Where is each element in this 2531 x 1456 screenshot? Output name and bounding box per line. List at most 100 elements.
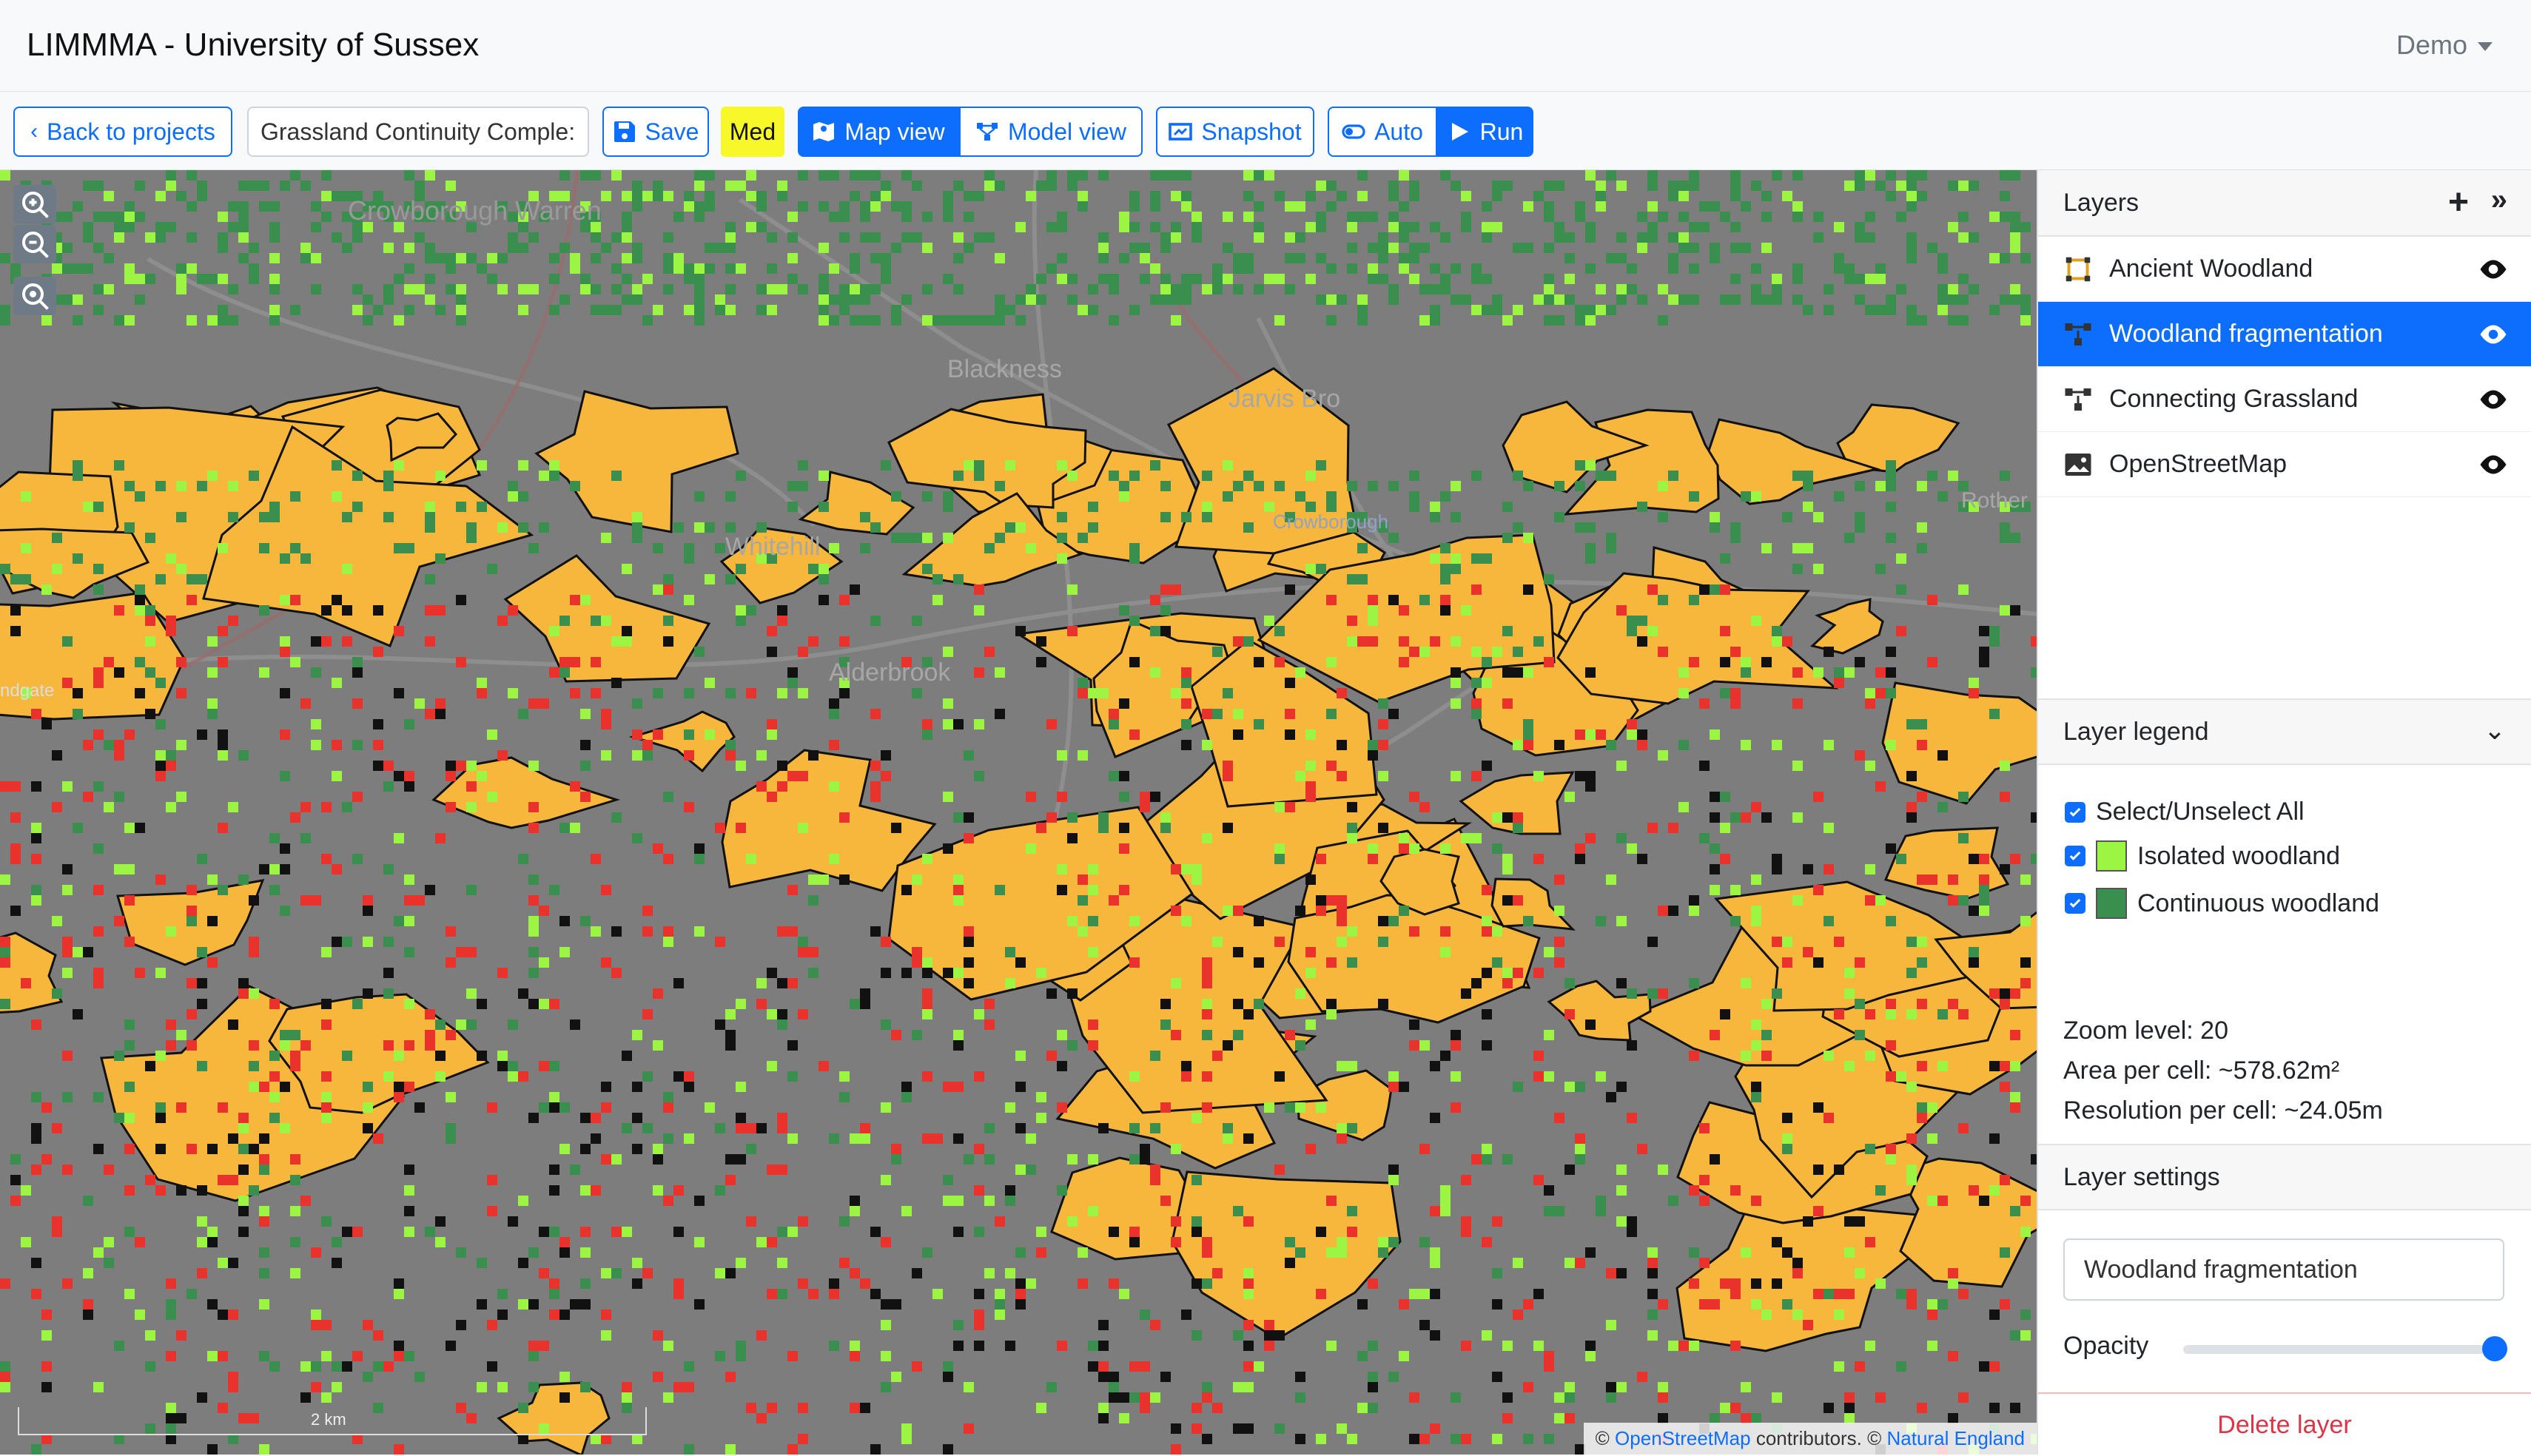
- raster-cell: [228, 1310, 238, 1320]
- opacity-slider[interactable]: [2183, 1345, 2503, 1354]
- back-to-projects-button[interactable]: ‹ Back to projects: [13, 107, 232, 157]
- add-layer-icon[interactable]: +: [2448, 182, 2469, 223]
- eye-icon[interactable]: [2478, 385, 2509, 414]
- zoom-in-button[interactable]: [13, 185, 56, 223]
- raster-cell: [93, 1144, 104, 1154]
- raster-cell: [1616, 1382, 1627, 1392]
- raster-cell: [1088, 1019, 1098, 1030]
- raster-cell: [528, 284, 539, 294]
- raster-cell: [1668, 294, 1678, 305]
- collapse-sidebar-icon[interactable]: »: [2491, 183, 2507, 217]
- raster-cell: [580, 1227, 591, 1237]
- raster-cell: [1720, 1278, 1730, 1289]
- raster-cell: [819, 471, 829, 481]
- delete-layer-button[interactable]: Delete layer: [2038, 1392, 2531, 1456]
- zoom-out-button[interactable]: [13, 225, 56, 263]
- osm-link[interactable]: OpenStreetMap: [1615, 1427, 1751, 1449]
- raster-cell: [901, 294, 912, 305]
- raster-cell: [1005, 1268, 1015, 1278]
- layer-row-woodland-fragmentation[interactable]: Woodland fragmentation: [2038, 302, 2531, 367]
- raster-cell: [549, 885, 559, 895]
- raster-cell: [1378, 937, 1388, 947]
- raster-cell: [1699, 761, 1710, 771]
- raster-cell: [528, 232, 539, 243]
- raster-cell: [1917, 481, 1927, 491]
- snapshot-button[interactable]: Snapshot: [1156, 107, 1314, 157]
- chevron-down-icon[interactable]: ⌄: [2484, 715, 2506, 746]
- raster-cell: [1544, 1071, 1554, 1082]
- save-button[interactable]: Save: [602, 107, 709, 157]
- project-name-input[interactable]: [247, 107, 589, 157]
- raster-cell: [311, 253, 321, 263]
- auto-toggle-button[interactable]: Auto: [1328, 107, 1437, 157]
- raster-cell: [197, 1237, 207, 1247]
- raster-cell: [995, 1299, 1005, 1310]
- layer-name-input[interactable]: [2063, 1238, 2504, 1301]
- raster-cell: [984, 1019, 995, 1030]
- map-view-button[interactable]: Map view: [798, 107, 959, 157]
- raster-cell: [798, 1434, 808, 1444]
- raster-cell: [642, 1123, 653, 1133]
- quality-badge[interactable]: Med: [721, 107, 784, 157]
- raster-cell: [1430, 1206, 1440, 1216]
- raster-cell: [373, 761, 383, 771]
- raster-cell: [1554, 181, 1564, 191]
- natural-england-link[interactable]: Natural England: [1887, 1427, 2025, 1449]
- raster-cell: [1844, 1289, 1855, 1299]
- legend-continuous-woodland[interactable]: Continuous woodland: [2065, 888, 2379, 919]
- layer-row-ancient-woodland[interactable]: Ancient Woodland: [2038, 237, 2531, 302]
- eye-icon[interactable]: [2478, 255, 2509, 284]
- eye-icon[interactable]: [2478, 450, 2509, 479]
- zoom-to-extent-button[interactable]: [13, 277, 56, 315]
- layer-row-openstreetmap[interactable]: OpenStreetMap: [2038, 432, 2531, 497]
- raster-cell: [829, 740, 839, 750]
- raster-cell: [787, 481, 798, 491]
- raster-cell: [1958, 274, 1969, 284]
- layer-row-connecting-grassland[interactable]: Connecting Grassland: [2038, 367, 2531, 432]
- raster-cell: [487, 1320, 497, 1330]
- legend-select-all[interactable]: Select/Unselect All: [2065, 798, 2305, 826]
- eye-icon[interactable]: [2478, 320, 2509, 349]
- raster-cell: [352, 1351, 363, 1361]
- raster-cell: [1326, 315, 1337, 326]
- map-canvas[interactable]: Crowborough Warren Whitehill Alderbrook …: [0, 170, 2037, 1455]
- raster-cell: [1533, 294, 1544, 305]
- raster-cell: [1088, 502, 1098, 512]
- raster-cell: [1451, 698, 1461, 709]
- raster-cell: [756, 284, 767, 294]
- raster-cell: [1969, 854, 1979, 864]
- checkbox-checked-icon[interactable]: [2065, 893, 2085, 914]
- user-menu-dropdown[interactable]: Demo: [2396, 30, 2493, 61]
- raster-cell: [1140, 1154, 1150, 1165]
- raster-cell: [642, 274, 653, 284]
- raster-cell: [1305, 874, 1316, 885]
- raster-cell: [1419, 1434, 1430, 1444]
- raster-cell: [694, 1196, 705, 1206]
- raster-cell: [456, 502, 466, 512]
- checkbox-checked-icon[interactable]: [2065, 846, 2085, 866]
- raster-cell: [145, 1361, 155, 1372]
- map-attribution: © OpenStreetMap contributors. © Natural …: [1583, 1423, 2037, 1455]
- raster-cell: [1720, 1403, 1730, 1413]
- opacity-slider-thumb[interactable]: [2482, 1336, 2507, 1361]
- checkbox-checked-icon[interactable]: [2065, 801, 2085, 823]
- model-view-button[interactable]: Model view: [959, 107, 1143, 157]
- raster-cell: [1564, 1382, 1575, 1392]
- raster-cell: [1668, 906, 1678, 916]
- raster-cell: [860, 1133, 870, 1144]
- raster-cell: [715, 294, 725, 305]
- raster-cell: [580, 274, 591, 284]
- raster-cell: [1979, 895, 1989, 906]
- raster-cell: [1243, 471, 1254, 481]
- raster-cell: [632, 1082, 642, 1092]
- run-button[interactable]: Run: [1437, 107, 1533, 157]
- raster-cell: [870, 1444, 881, 1455]
- raster-cell: [332, 771, 342, 781]
- raster-cell: [228, 481, 238, 491]
- raster-cell: [1461, 191, 1471, 201]
- legend-isolated-woodland[interactable]: Isolated woodland: [2065, 840, 2340, 872]
- raster-cell: [1326, 657, 1337, 667]
- raster-cell: [1399, 263, 1409, 274]
- layer-legend-header[interactable]: Layer legend ⌄: [2038, 698, 2531, 765]
- raster-cell: [1368, 854, 1378, 864]
